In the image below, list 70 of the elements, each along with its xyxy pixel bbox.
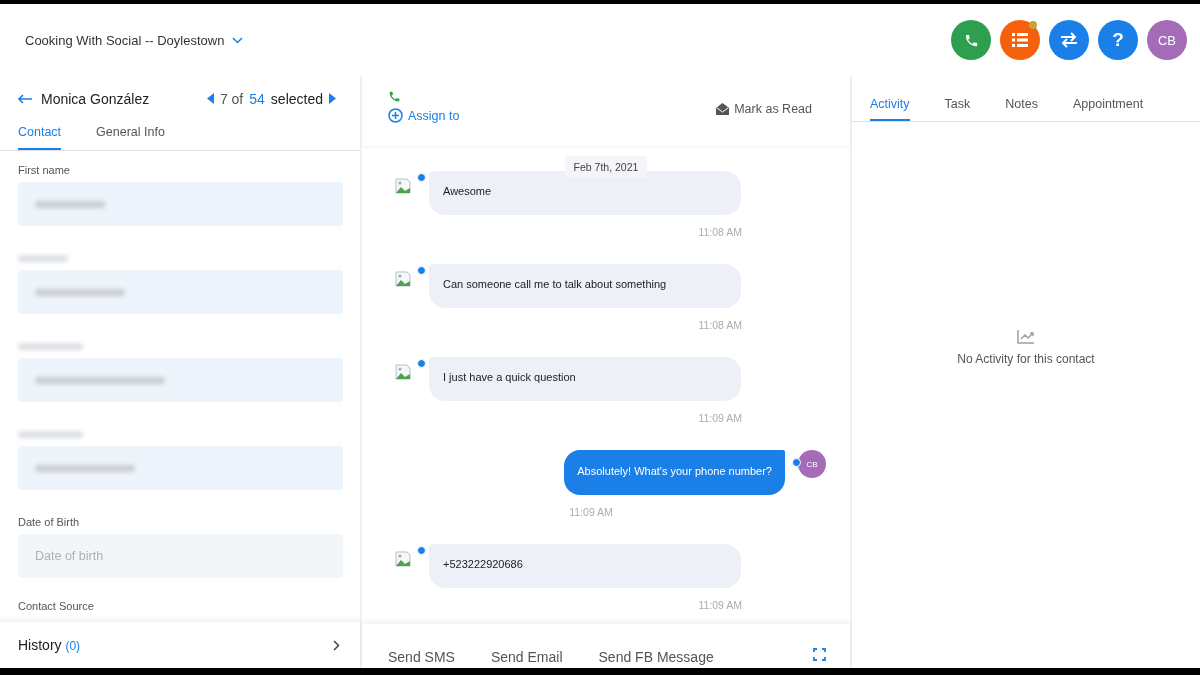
input-field[interactable] bbox=[18, 270, 343, 314]
status-dot bbox=[417, 173, 426, 182]
list-icon bbox=[1012, 33, 1028, 47]
input-field[interactable] bbox=[18, 358, 343, 402]
tab[interactable]: Appointment bbox=[1072, 97, 1144, 121]
chart-icon bbox=[1017, 329, 1035, 344]
tab[interactable]: Notes bbox=[1005, 97, 1038, 121]
status-dot bbox=[417, 359, 426, 368]
received-message: I just have a quick question bbox=[429, 357, 741, 401]
blurred-label bbox=[18, 431, 83, 438]
broken-image-icon bbox=[395, 364, 411, 380]
list-button[interactable] bbox=[1000, 20, 1040, 60]
chevron-right-icon bbox=[333, 639, 340, 651]
broken-image-icon bbox=[395, 551, 411, 567]
blurred-label bbox=[18, 343, 83, 350]
chevron-down-icon bbox=[232, 36, 244, 44]
previous-arrow-icon[interactable] bbox=[206, 93, 214, 104]
account-dropdown[interactable]: Cooking With Social -- Doylestown bbox=[25, 32, 244, 48]
received-message: Awesome bbox=[429, 171, 741, 215]
contact-name: Monica González bbox=[41, 90, 150, 107]
input-field[interactable] bbox=[18, 446, 343, 490]
plus-circle-icon bbox=[388, 108, 403, 123]
pager-label: selected bbox=[270, 90, 323, 107]
mark-read-button[interactable]: Mark as Read bbox=[716, 101, 812, 117]
date-label: Feb 7th, 2021 bbox=[564, 156, 648, 178]
sent-message: Absolutely! What's your phone number? bbox=[564, 450, 785, 495]
compose-tab[interactable]: Send Email bbox=[490, 649, 563, 665]
avatar: CB bbox=[806, 459, 818, 469]
input-field[interactable]: Date of birth bbox=[18, 534, 343, 578]
status-dot bbox=[417, 266, 426, 275]
broken-image-icon bbox=[395, 178, 411, 194]
phone-icon bbox=[963, 32, 979, 48]
tab[interactable]: Activity bbox=[870, 97, 910, 121]
blurred-label bbox=[18, 255, 68, 262]
received-message: +523222920686 bbox=[429, 544, 741, 588]
message-time: 11:08 AM bbox=[698, 319, 742, 331]
compose-tab[interactable]: Send SMS bbox=[388, 649, 455, 665]
expand-icon[interactable] bbox=[813, 648, 826, 661]
phone-button[interactable] bbox=[951, 20, 991, 60]
broken-image-icon bbox=[395, 271, 411, 287]
message-time: 11:08 AM bbox=[698, 226, 742, 238]
message-time: 11:09 AM bbox=[569, 506, 613, 518]
blurred-value bbox=[35, 200, 105, 208]
tab[interactable]: Contact bbox=[18, 121, 62, 150]
tab[interactable]: Task bbox=[944, 97, 971, 121]
status-dot bbox=[417, 546, 426, 555]
swap-button[interactable] bbox=[1049, 20, 1089, 60]
message-time: 11:09 AM bbox=[698, 412, 742, 424]
status-dot bbox=[792, 458, 801, 467]
envelope-icon bbox=[716, 103, 730, 115]
empty-message: No Activity for this contact bbox=[957, 352, 1095, 366]
pager-position: 7 of bbox=[219, 90, 244, 107]
pager-total: 54 bbox=[249, 90, 265, 107]
input-field[interactable] bbox=[18, 182, 343, 226]
help-button[interactable]: ? bbox=[1098, 20, 1138, 60]
history-label: History (0) bbox=[18, 637, 81, 653]
back-arrow-icon[interactable] bbox=[18, 93, 33, 104]
phone-icon[interactable] bbox=[388, 90, 401, 103]
swap-arrows-icon bbox=[1060, 32, 1078, 48]
notification-dot bbox=[1029, 21, 1037, 29]
compose-tab[interactable]: Send FB Message bbox=[598, 649, 714, 665]
field-label: Contact Source bbox=[18, 600, 95, 613]
field-label: Date of Birth bbox=[18, 516, 81, 529]
message-time: 11:09 AM bbox=[698, 599, 742, 611]
assign-button[interactable]: Assign to bbox=[388, 108, 460, 123]
avatar-button[interactable]: CB bbox=[1147, 20, 1187, 60]
received-message: Can someone call me to talk about something bbox=[429, 264, 741, 308]
field-label: First name bbox=[18, 164, 71, 177]
next-arrow-icon[interactable] bbox=[329, 93, 336, 104]
tab[interactable]: General Info bbox=[96, 121, 165, 150]
